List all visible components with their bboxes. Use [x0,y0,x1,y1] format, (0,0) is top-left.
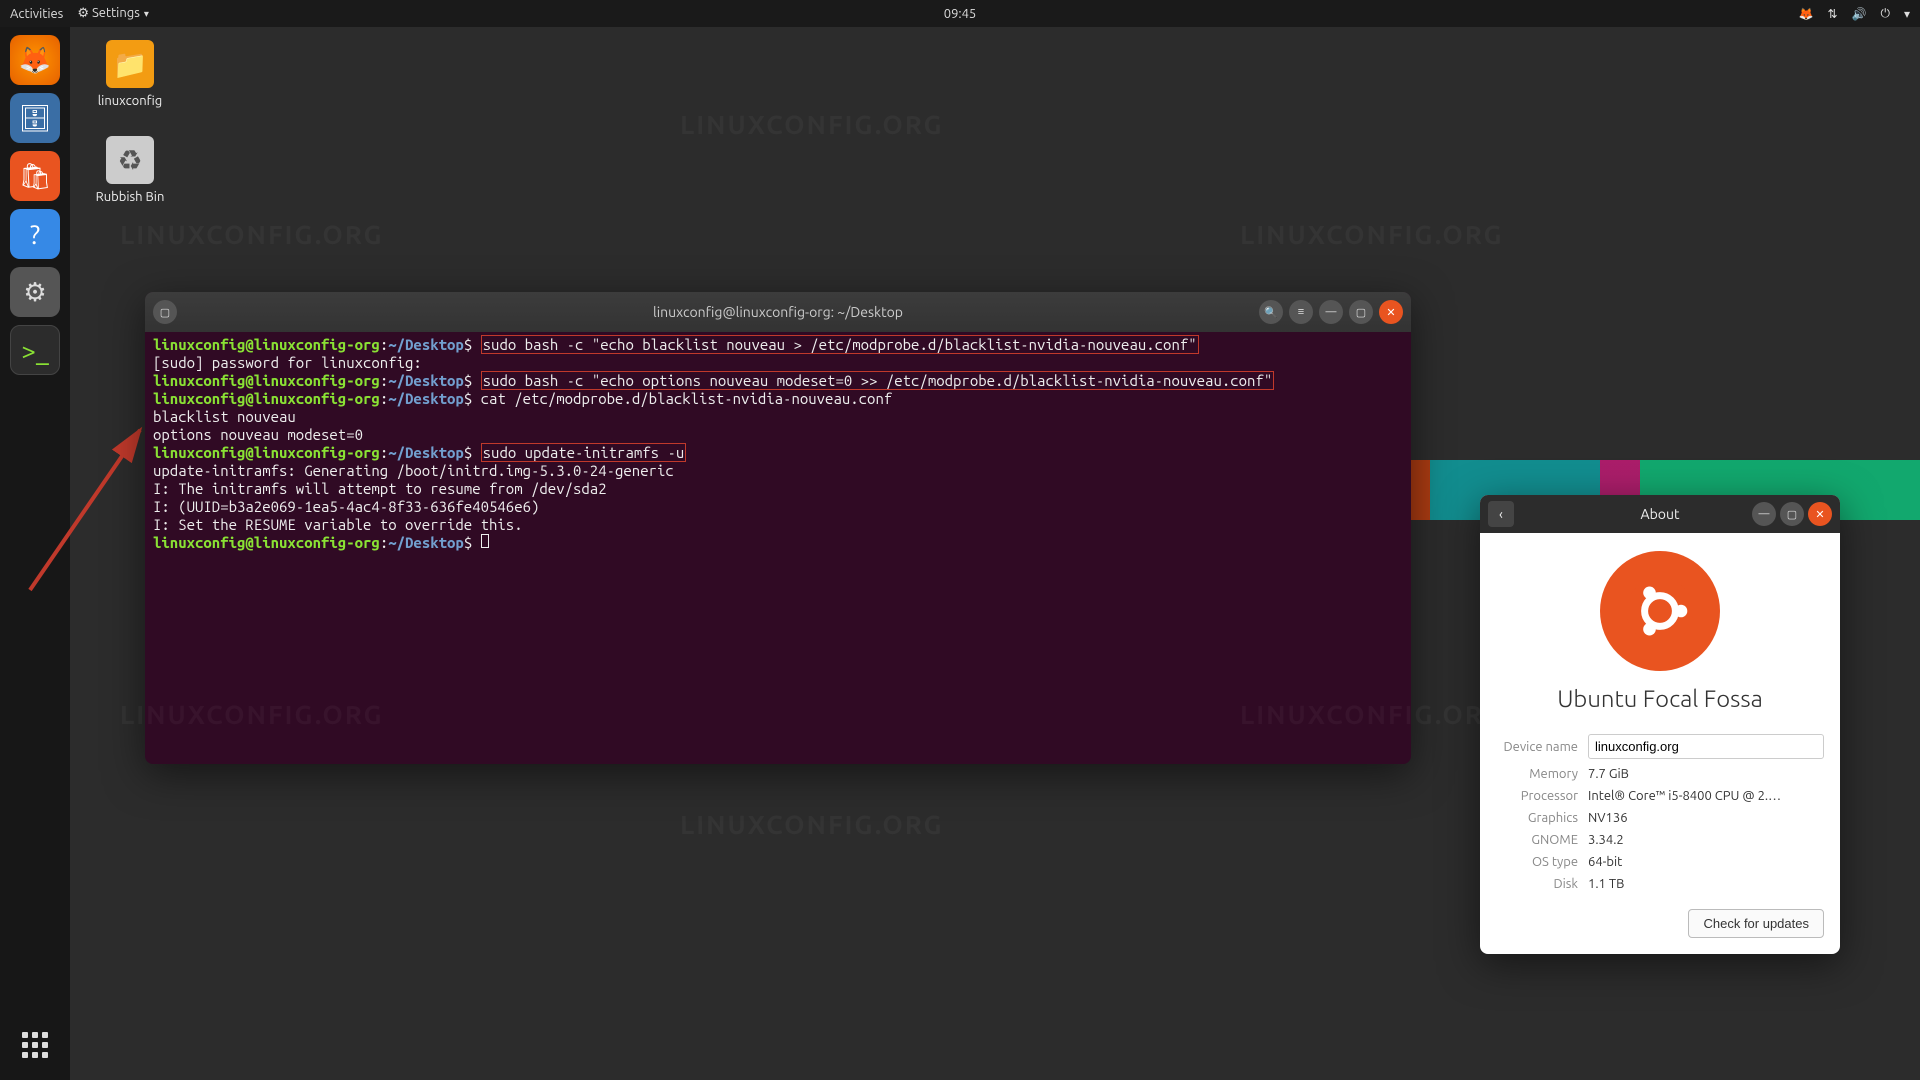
search-icon[interactable]: 🔍 [1259,300,1283,324]
cursor [481,534,489,548]
terminal-output: [sudo] password for linuxconfig: [153,354,1403,372]
folder-label: linuxconfig [90,94,170,108]
network-icon[interactable]: ⇅ [1827,7,1837,21]
device-name-input[interactable] [1588,734,1824,759]
new-tab-button[interactable]: ▢ [153,300,177,324]
terminal-output: I: The initramfs will attempt to resume … [153,480,1403,498]
terminal-launcher[interactable]: >_ [10,325,60,375]
top-bar: Activities ⚙ Settings 09:45 🦊 ⇅ 🔊 ⏻ ▾ [0,0,1920,27]
terminal-output: blacklist nouveau [153,408,1403,426]
terminal-output: options nouveau modeset=0 [153,426,1403,444]
check-for-updates-button[interactable]: Check for updates [1688,909,1824,938]
graphics-value: NV136 [1588,811,1824,825]
terminal-window: ▢ linuxconfig@linuxconfig-org: ~/Desktop… [145,292,1411,764]
folder-linuxconfig[interactable]: 📁 linuxconfig [90,40,170,108]
close-button[interactable]: ✕ [1808,502,1832,526]
minimize-button[interactable]: — [1319,300,1343,324]
watermark: LINUXCONFIG.ORG [120,220,383,249]
ostype-value: 64-bit [1588,855,1824,869]
software-launcher[interactable]: 🛍 [10,151,60,201]
watermark: LINUXCONFIG.ORG [680,110,943,139]
maximize-button[interactable]: ▢ [1349,300,1373,324]
highlighted-command-3: sudo update-initramfs -u [481,443,687,462]
watermark: LINUXCONFIG.ORG [680,810,943,839]
clock[interactable]: 09:45 [944,7,977,21]
terminal-body[interactable]: linuxconfig@linuxconfig-org:~/Desktop$ s… [145,332,1411,556]
minimize-button[interactable]: — [1752,502,1776,526]
memory-value: 7.7 GiB [1588,767,1824,781]
desktop-icons: 📁 linuxconfig ♻ Rubbish Bin [90,40,170,204]
processor-value: Intel® Core™ i5-8400 CPU @ 2.… [1588,789,1824,803]
distro-name: Ubuntu Focal Fossa [1496,685,1824,712]
show-applications[interactable] [10,1020,60,1070]
annotation-arrow [30,470,150,590]
highlighted-command-2: sudo bash -c "echo options nouveau modes… [481,371,1275,390]
terminal-titlebar[interactable]: ▢ linuxconfig@linuxconfig-org: ~/Desktop… [145,292,1411,332]
rubbish-bin[interactable]: ♻ Rubbish Bin [90,136,170,204]
power-icon[interactable]: ⏻ [1880,7,1890,21]
trash-label: Rubbish Bin [90,190,170,204]
activities-button[interactable]: Activities [10,7,63,21]
gnome-value: 3.34.2 [1588,833,1824,847]
maximize-button[interactable]: ▢ [1780,502,1804,526]
settings-launcher[interactable]: ⚙ [10,267,60,317]
folder-icon: 📁 [106,40,154,88]
watermark: LINUXCONFIG.ORG [1240,220,1503,249]
back-button[interactable]: ‹ [1488,501,1514,527]
terminal-title: linuxconfig@linuxconfig-org: ~/Desktop [653,304,903,320]
hamburger-icon[interactable]: ≡ [1289,300,1313,324]
volume-icon[interactable]: 🔊 [1852,7,1867,21]
ubuntu-logo-icon [1600,551,1720,671]
help-launcher[interactable]: ? [10,209,60,259]
terminal-output: update-initramfs: Generating /boot/initr… [153,462,1403,480]
chevron-down-icon[interactable]: ▾ [1904,7,1910,21]
terminal-output: I: (UUID=b3a2e069-1ea5-4ac4-8f33-636fe40… [153,498,1403,516]
disk-value: 1.1 TB [1588,877,1824,891]
terminal-output: I: Set the RESUME variable to override t… [153,516,1403,534]
highlighted-command-1: sudo bash -c "echo blacklist nouveau > /… [481,335,1199,354]
about-dialog: ‹ About — ▢ ✕ Ubuntu Focal Fossa Device … [1480,495,1840,954]
files-launcher[interactable]: 🗄 [10,93,60,143]
firefox-indicator-icon[interactable]: 🦊 [1799,7,1814,21]
about-title: About [1641,506,1680,522]
trash-icon: ♻ [106,136,154,184]
close-button[interactable]: ✕ [1379,300,1403,324]
about-header[interactable]: ‹ About — ▢ ✕ [1480,495,1840,533]
firefox-launcher[interactable]: 🦊 [10,35,60,85]
app-menu[interactable]: ⚙ Settings [77,6,149,21]
